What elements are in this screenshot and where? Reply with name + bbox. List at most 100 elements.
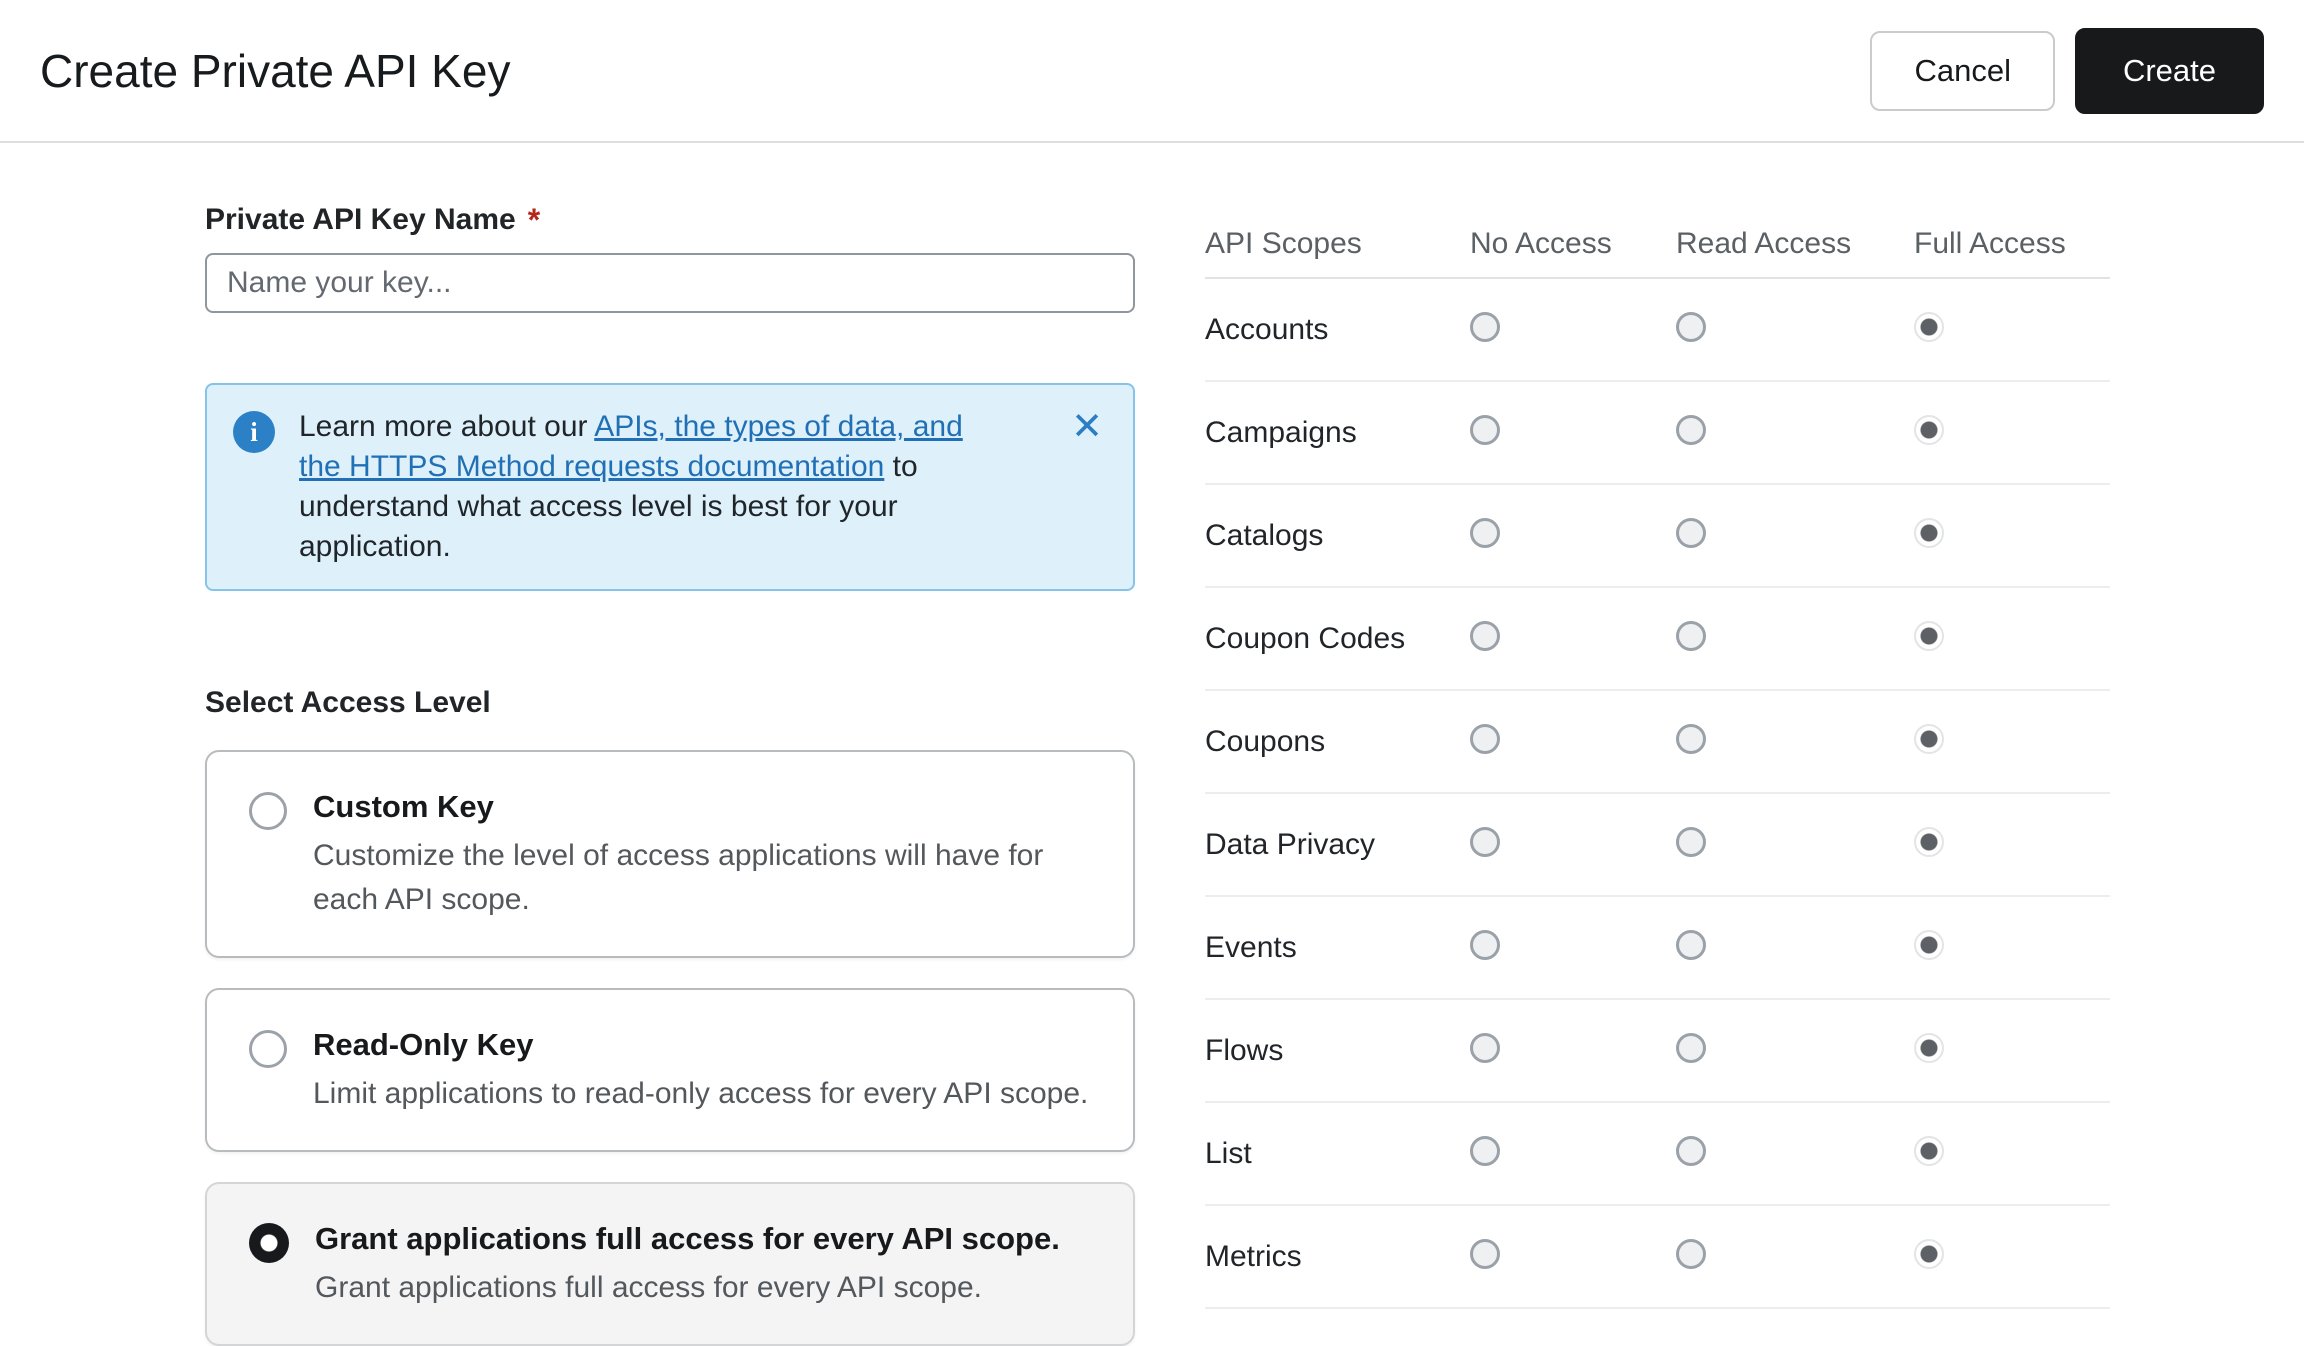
access-option-custom-key[interactable]: Custom Key Customize the level of access… [205,750,1135,958]
main-content: Private API Key Name * i Learn more abou… [0,143,2304,1346]
header-actions: Cancel Create [1870,28,2264,114]
scope-name: Accounts [1205,313,1470,347]
alert-text-before: Learn more about our [299,410,594,443]
table-row: Events [1205,897,2110,1000]
read-access-cell [1676,1136,1914,1171]
radio-full-access[interactable] [1914,621,1944,651]
scope-name: Campaigns [1205,416,1470,450]
key-settings-panel: Private API Key Name * i Learn more abou… [205,200,1135,1346]
read-access-cell [1676,1239,1914,1274]
option-title: Custom Key [313,786,1091,828]
radio-selected-icon[interactable] [249,1223,289,1263]
scope-name: Catalogs [1205,519,1470,553]
read-access-cell [1676,724,1914,759]
full-access-cell [1914,621,2110,656]
option-title: Read-Only Key [313,1024,1088,1066]
option-title: Grant applications full access for every… [315,1218,1060,1260]
no-access-cell [1470,1239,1676,1274]
access-option-read-only-key[interactable]: Read-Only Key Limit applications to read… [205,988,1135,1152]
page-header: Create Private API Key Cancel Create [0,0,2304,143]
radio-full-access[interactable] [1914,724,1944,754]
radio-no-access[interactable] [1470,621,1500,651]
full-access-cell [1914,1136,2110,1171]
access-level-label: Select Access Level [205,686,1135,720]
no-access-cell [1470,1136,1676,1171]
radio-no-access[interactable] [1470,518,1500,548]
radio-full-access[interactable] [1914,518,1944,548]
key-name-input[interactable] [205,253,1135,313]
scope-name: Coupon Codes [1205,622,1470,656]
radio-full-access[interactable] [1914,1239,1944,1269]
radio-read-access[interactable] [1676,518,1706,548]
read-access-cell [1676,930,1914,965]
full-access-cell [1914,312,2110,347]
close-icon[interactable]: ✕ [1067,407,1107,447]
radio-full-access[interactable] [1914,1136,1944,1166]
no-access-cell [1470,930,1676,965]
cancel-button[interactable]: Cancel [1870,31,2055,111]
radio-full-access[interactable] [1914,1033,1944,1063]
no-access-cell [1470,312,1676,347]
read-access-cell [1676,621,1914,656]
radio-full-access[interactable] [1914,415,1944,445]
radio-no-access[interactable] [1470,1033,1500,1063]
access-option-full-access[interactable]: Grant applications full access for every… [205,1182,1135,1346]
radio-full-access[interactable] [1914,827,1944,857]
radio-read-access[interactable] [1676,930,1706,960]
option-text: Grant applications full access for every… [315,1218,1060,1310]
table-row: Flows [1205,1000,2110,1103]
full-access-cell [1914,1239,2110,1274]
radio-read-access[interactable] [1676,312,1706,342]
scope-name: List [1205,1137,1470,1171]
read-access-cell [1676,518,1914,553]
radio-no-access[interactable] [1470,312,1500,342]
info-alert: i Learn more about our APIs, the types o… [205,383,1135,591]
radio-no-access[interactable] [1470,1136,1500,1166]
option-text: Custom Key Customize the level of access… [313,786,1091,922]
no-access-cell [1470,1033,1676,1068]
radio-unselected-icon[interactable] [249,792,287,830]
radio-no-access[interactable] [1470,1239,1500,1269]
option-text: Read-Only Key Limit applications to read… [313,1024,1088,1116]
create-button[interactable]: Create [2075,28,2264,114]
full-access-cell [1914,724,2110,759]
radio-no-access[interactable] [1470,415,1500,445]
scope-name: Data Privacy [1205,828,1470,862]
radio-read-access[interactable] [1676,724,1706,754]
column-header-no-access: No Access [1470,227,1676,261]
radio-full-access[interactable] [1914,930,1944,960]
radio-full-access[interactable] [1914,312,1944,342]
table-row: Accounts [1205,279,2110,382]
column-header-read-access: Read Access [1676,227,1914,261]
full-access-cell [1914,930,2110,965]
option-description: Grant applications full access for every… [315,1266,1060,1310]
read-access-cell [1676,827,1914,862]
radio-no-access[interactable] [1470,724,1500,754]
radio-read-access[interactable] [1676,415,1706,445]
no-access-cell [1470,415,1676,450]
name-field-label: Private API Key Name * [205,200,1135,237]
read-access-cell [1676,1033,1914,1068]
no-access-cell [1470,724,1676,759]
full-access-cell [1914,415,2110,450]
read-access-cell [1676,415,1914,450]
scopes-table-body: Accounts Campaigns Catalogs Coupon Codes… [1205,279,2110,1309]
radio-read-access[interactable] [1676,1033,1706,1063]
radio-read-access[interactable] [1676,827,1706,857]
read-access-cell [1676,312,1914,347]
table-row: Data Privacy [1205,794,2110,897]
radio-no-access[interactable] [1470,827,1500,857]
table-row: List [1205,1103,2110,1206]
scope-name: Metrics [1205,1240,1470,1274]
table-row: Coupon Codes [1205,588,2110,691]
radio-unselected-icon[interactable] [249,1030,287,1068]
radio-read-access[interactable] [1676,621,1706,651]
radio-read-access[interactable] [1676,1136,1706,1166]
scopes-table-header: API Scopes No Access Read Access Full Ac… [1205,227,2110,279]
no-access-cell [1470,827,1676,862]
radio-no-access[interactable] [1470,930,1500,960]
radio-read-access[interactable] [1676,1239,1706,1269]
table-row: Catalogs [1205,485,2110,588]
name-field-label-text: Private API Key Name [205,203,516,237]
table-row: Metrics [1205,1206,2110,1309]
